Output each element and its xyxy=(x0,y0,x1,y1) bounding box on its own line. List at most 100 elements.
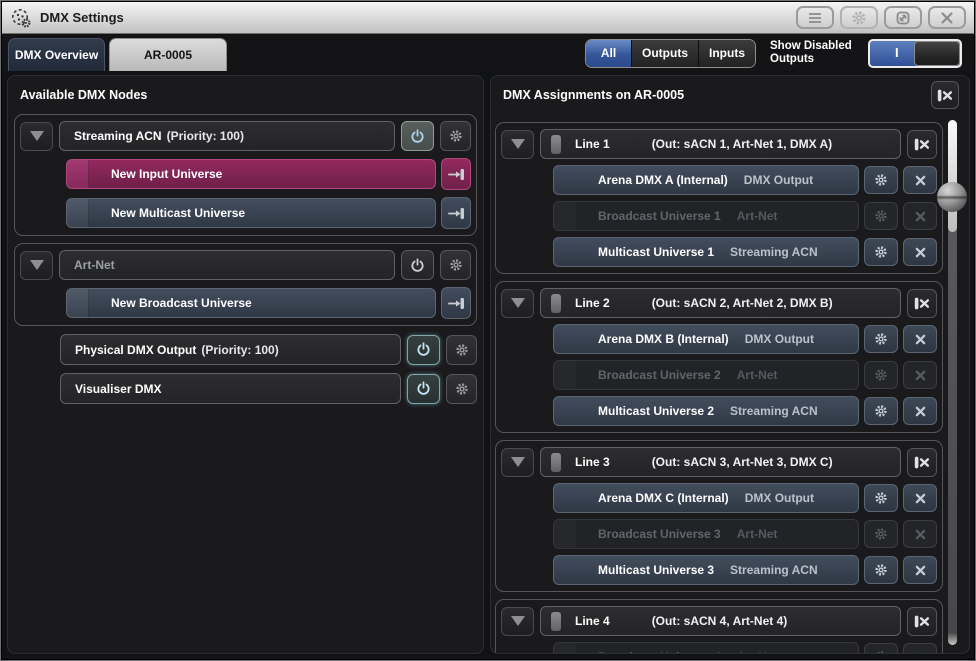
dmx-line-row[interactable]: Line 1 (Out: sACN 1, Art-Net 1, DMX A) xyxy=(540,129,901,159)
assignment-row[interactable]: Broadcast Universe 1 Art-Net xyxy=(553,201,859,231)
drag-grip[interactable] xyxy=(554,556,576,584)
remove-assignment-button[interactable] xyxy=(903,361,937,389)
close-button[interactable] xyxy=(928,6,966,29)
drag-grip[interactable] xyxy=(554,484,576,512)
expand-collapse-button[interactable] xyxy=(20,251,53,280)
delete-line-assignments-button[interactable] xyxy=(907,448,937,477)
universe-row[interactable]: New Input Universe xyxy=(66,159,436,189)
toggle-knob[interactable] xyxy=(914,41,960,66)
gear-icon xyxy=(874,245,888,259)
filter-inputs-button[interactable]: Inputs xyxy=(699,40,755,67)
remove-assignment-button[interactable] xyxy=(903,643,937,654)
remove-assignment-button[interactable] xyxy=(903,202,937,230)
dmx-line-row[interactable]: Line 2 (Out: sACN 2, Art-Net 2, DMX B) xyxy=(540,288,901,318)
expand-collapse-button[interactable] xyxy=(20,122,53,151)
gear-button[interactable] xyxy=(864,484,898,512)
remove-assignment-button[interactable] xyxy=(903,484,937,512)
drag-grip[interactable] xyxy=(554,397,576,425)
remove-assignment-button[interactable] xyxy=(903,325,937,353)
line-name: Line 4 xyxy=(575,614,610,628)
drag-grip[interactable] xyxy=(554,166,576,194)
line-output-detail: (Out: sACN 2, Art-Net 2, DMX B) xyxy=(652,296,833,310)
delete-line-assignments-button[interactable] xyxy=(907,130,937,159)
universe-row[interactable]: New Multicast Universe xyxy=(66,198,436,228)
gear-button[interactable] xyxy=(864,325,898,353)
expand-collapse-button[interactable] xyxy=(501,289,534,318)
power-button[interactable] xyxy=(401,121,434,151)
remove-assignment-button[interactable] xyxy=(903,520,937,548)
expand-collapse-button[interactable] xyxy=(501,130,534,159)
assignment-row[interactable]: Broadcast Universe 2 Art-Net xyxy=(553,360,859,390)
power-button[interactable] xyxy=(401,250,434,280)
gear-button[interactable] xyxy=(864,166,898,194)
remove-assignment-button[interactable] xyxy=(903,397,937,425)
drag-grip[interactable] xyxy=(554,202,576,230)
assignment-row[interactable]: Broadcast Universe 4 Art-Net xyxy=(553,642,859,654)
assignment-row[interactable]: Broadcast Universe 3 Art-Net xyxy=(553,519,859,549)
gear-button[interactable] xyxy=(446,335,477,365)
gear-button[interactable] xyxy=(864,520,898,548)
drag-grip[interactable] xyxy=(551,612,561,631)
dmx-node-row[interactable]: Art-Net xyxy=(59,250,395,280)
assignment-row[interactable]: Multicast Universe 1 Streaming ACN xyxy=(553,237,859,267)
expand-collapse-button[interactable] xyxy=(501,448,534,477)
assignments-scrollbar-thumb[interactable] xyxy=(937,182,967,212)
dmx-node-row[interactable]: Visualiser DMX xyxy=(60,373,401,404)
dmx-line-row[interactable]: Line 4 (Out: sACN 4, Art-Net 4) xyxy=(540,606,901,636)
scrollbar-bottom-cap xyxy=(948,633,957,645)
universe-row[interactable]: New Broadcast Universe xyxy=(66,288,436,318)
resize-button[interactable] xyxy=(884,6,922,29)
dmx-node-row[interactable]: Physical DMX Output (Priority: 100) xyxy=(60,334,401,365)
drag-grip[interactable] xyxy=(554,238,576,266)
drag-grip[interactable] xyxy=(554,325,576,353)
show-disabled-toggle[interactable]: I xyxy=(868,39,962,68)
drag-grip[interactable] xyxy=(67,289,89,317)
gear-button[interactable] xyxy=(864,361,898,389)
assignment-row[interactable]: Arena DMX B (Internal) DMX Output xyxy=(553,324,859,354)
close-icon xyxy=(915,493,926,504)
gear-icon xyxy=(449,258,463,272)
gear-button[interactable] xyxy=(864,202,898,230)
assign-arrow-button[interactable] xyxy=(441,197,471,229)
remove-assignment-button[interactable] xyxy=(903,166,937,194)
assign-arrow-button[interactable] xyxy=(441,287,471,319)
settings-button[interactable] xyxy=(840,6,878,29)
gear-button[interactable] xyxy=(864,643,898,654)
gear-button[interactable] xyxy=(440,250,471,280)
gear-icon xyxy=(874,527,888,541)
power-button[interactable] xyxy=(407,374,440,404)
assignment-row[interactable]: Multicast Universe 2 Streaming ACN xyxy=(553,396,859,426)
assignment-row[interactable]: Multicast Universe 3 Streaming ACN xyxy=(553,555,859,585)
drag-grip[interactable] xyxy=(551,135,561,154)
assignment-row[interactable]: Arena DMX A (Internal) DMX Output xyxy=(553,165,859,195)
gear-button[interactable] xyxy=(440,121,471,151)
delete-line-assignments-button[interactable] xyxy=(907,607,937,636)
gear-button[interactable] xyxy=(446,374,477,404)
tab-ar-0005[interactable]: AR-0005 xyxy=(109,38,227,71)
assignment-row[interactable]: Arena DMX C (Internal) DMX Output xyxy=(553,483,859,513)
assign-arrow-button[interactable] xyxy=(441,158,471,190)
drag-grip[interactable] xyxy=(67,199,89,227)
triangle-down-icon xyxy=(511,616,525,626)
filter-all-button[interactable]: All xyxy=(586,40,632,67)
drag-grip[interactable] xyxy=(554,361,576,389)
remove-assignment-button[interactable] xyxy=(903,238,937,266)
gear-button[interactable] xyxy=(864,556,898,584)
delete-line-assignments-button[interactable] xyxy=(907,289,937,318)
drag-grip[interactable] xyxy=(554,520,576,548)
gear-button[interactable] xyxy=(864,238,898,266)
drag-grip[interactable] xyxy=(67,160,89,188)
drag-grip[interactable] xyxy=(551,453,561,472)
drag-grip[interactable] xyxy=(554,643,576,654)
filter-outputs-button[interactable]: Outputs xyxy=(632,40,699,67)
power-button[interactable] xyxy=(407,335,440,365)
dmx-node-row[interactable]: Streaming ACN (Priority: 100) xyxy=(59,121,395,151)
clear-all-assignments-button[interactable] xyxy=(931,81,959,109)
dmx-line-row[interactable]: Line 3 (Out: sACN 3, Art-Net 3, DMX C) xyxy=(540,447,901,477)
drag-grip[interactable] xyxy=(551,294,561,313)
menu-button[interactable] xyxy=(796,6,834,29)
remove-assignment-button[interactable] xyxy=(903,556,937,584)
expand-collapse-button[interactable] xyxy=(501,607,534,636)
gear-button[interactable] xyxy=(864,397,898,425)
tab-dmx-overview[interactable]: DMX Overview xyxy=(8,38,105,71)
